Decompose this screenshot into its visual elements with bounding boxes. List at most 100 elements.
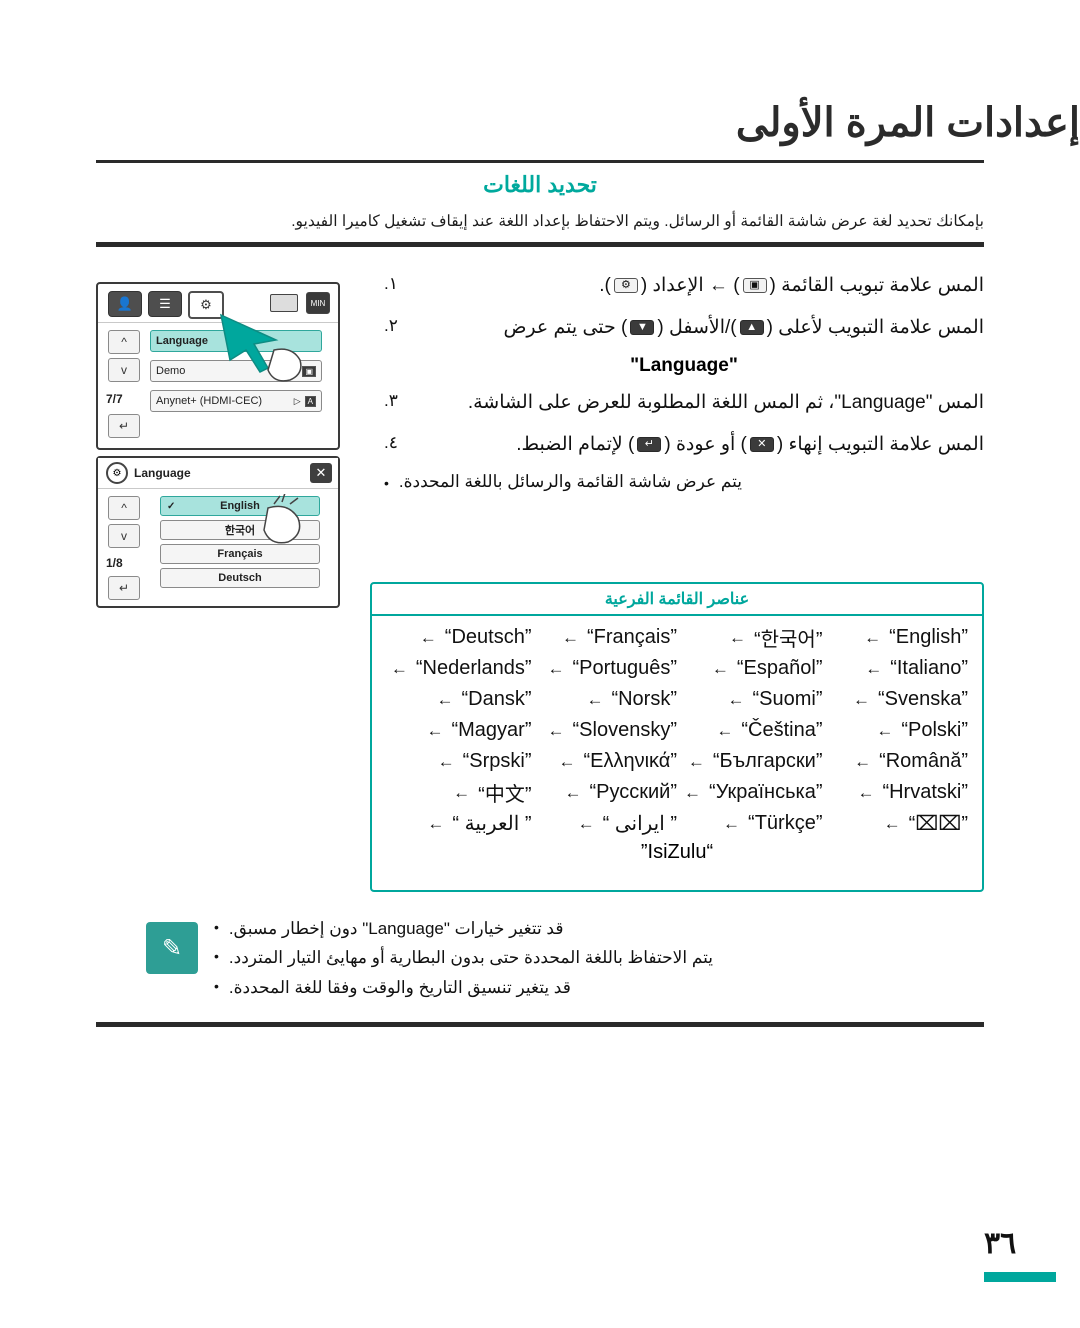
language-item: “Español” (736, 657, 823, 679)
language-item: “Українська” (709, 781, 823, 803)
bullet-dot-icon-n3: • (214, 977, 219, 994)
up-arrow-icon: ▲ (739, 320, 764, 336)
close-x-icon[interactable]: ✕ (310, 463, 332, 483)
arrow-icon-2-3: ← (711, 658, 729, 678)
arrow-icon-1-1: ← (419, 627, 437, 647)
lcd2-row-german-label: Deutsch (218, 572, 262, 584)
page-number: ٣٦ (984, 1227, 1017, 1260)
bullet-dot-icon: • (384, 475, 389, 492)
language-item: “Português” (572, 657, 678, 679)
language-item: “Ελληνικά” (583, 750, 677, 772)
lcd2-title: Language (134, 466, 191, 480)
person-icon[interactable]: 👤 (108, 291, 142, 317)
language-item: “Suomi” (752, 688, 823, 710)
bullet-dot-icon-n2: • (214, 948, 219, 965)
arrow-icon-2-4: ← (865, 658, 883, 678)
touch-pointer-icon (219, 313, 302, 382)
step-1-text-before: المس علامة تبويب القائمة ( (769, 275, 984, 296)
arrow-icon-3-2: ← (586, 689, 604, 709)
lcd2-up-button[interactable]: ^ (108, 496, 140, 520)
touch-hand-icon (263, 494, 301, 544)
step-2-text-before: المس علامة التبويب لأعلى ( (766, 316, 984, 338)
header-divider (96, 160, 984, 163)
language-row-2: ← “Nederlands” ← “Português” ← “Español” ← “… (386, 653, 968, 684)
settings-gear-icon: ⚙ (613, 278, 638, 294)
arrow-icon-1-4: ← (864, 627, 882, 647)
step-4-text-mid: ) أو عودة ( (664, 433, 747, 455)
check-icon: ✓ (167, 500, 176, 512)
note-1: • قد تتغير خيارات "Language" دون إخطار م… (214, 916, 984, 942)
lcd1-down-button[interactable]: v (108, 358, 140, 382)
step-4: ٤. المس علامة التبويب إنهاء (✕) أو عودة … (384, 431, 984, 459)
language-item: “⌧⌧” (908, 813, 968, 835)
arrow-icon-2-1: ← (390, 658, 408, 678)
arrow-icon-3-3: ← (727, 689, 745, 709)
language-item: “Русский” (589, 781, 677, 803)
language-item: “Nederlands” (415, 657, 532, 679)
lcd2-page-indicator: 1/8 (106, 556, 123, 570)
section-intro: بإمكانك تحديد لغة عرض شاشة القائمة أو ال… (291, 213, 984, 230)
lcd1-row-anynet[interactable]: Anynet+ (HDMI-CEC) ▷ A (150, 390, 322, 412)
submenu-items-heading: عناصر القائمة الفرعية (372, 584, 982, 616)
lcd-screen-menu: 👤 ☰ ⚙ MIN ^ v 7/7 ↵ Language Demo ▷ ▣ An… (96, 282, 340, 450)
step-4-number: ٤. (384, 432, 398, 452)
arrow-icon-7-2: ← (577, 813, 595, 833)
note-3: • قد يتغير تنسيق التاريخ والوقت وفقا للغ… (214, 975, 984, 1001)
arrow-icon-3-4: ← (852, 689, 870, 709)
arrow-icon-5-1: ← (437, 751, 455, 771)
step-2-text-after: ) حتى يتم عرض (503, 316, 628, 338)
language-item: “ العربية ” (452, 813, 532, 835)
lcd1-back-button[interactable]: ↵ (108, 414, 140, 438)
footer-divider (96, 1022, 984, 1027)
step-2: ٢. المس علامة التبويب لأعلى (▲)/الأسفل (… (384, 314, 984, 342)
language-item: “Čeština” (741, 719, 823, 741)
step-3-number: ٣. (384, 391, 398, 411)
arrow-icon-7-1: ← (427, 813, 445, 833)
arrow-icon-7-3: ← (723, 813, 741, 833)
language-item: “Български” (712, 750, 823, 772)
step-4-text-after: ) لإتمام الضبط. (516, 433, 635, 455)
lcd1-row-anynet-label: Anynet+ (HDMI-CEC) (156, 395, 263, 407)
intro-divider (96, 242, 984, 247)
language-row-5: ← “Srpski” ← “Ελληνικά” ← “Български” ← “Rom… (386, 746, 968, 777)
step-1-number: ١. (384, 274, 398, 293)
language-item: “Italiano” (890, 657, 968, 679)
arrow-icon-5-4: ← (854, 751, 872, 771)
arrow-icon-5-2: ← (558, 751, 576, 771)
gear-icon-small: ⚙ (106, 462, 128, 484)
step-1-text-mid: ) ← الإعداد ( (640, 275, 740, 296)
lcd2-row-german[interactable]: Deutsch (160, 568, 320, 588)
language-item: “ ایرانی ” (602, 813, 677, 835)
language-item: “Norsk” (611, 688, 677, 710)
step-3-text: المس "Language"، ثم المس اللغة المطلوبة … (467, 392, 984, 414)
note-2-text: يتم الاحتفاظ باللغة المحددة حتى بدون الب… (228, 948, 713, 968)
language-item: “한국어” (753, 629, 823, 651)
step-bullet-text: يتم عرض شاشة القائمة والرسائل باللغة الم… (398, 472, 743, 492)
language-item: “Dansk” (461, 688, 532, 710)
lcd2-down-button[interactable]: v (108, 524, 140, 548)
notes-block: ✎ • قد تتغير خيارات "Language" دون إخطار… (146, 916, 984, 1004)
note-pencil-icon: ✎ (146, 922, 198, 974)
step-1: ١. المس علامة تبويب القائمة (▣) ← الإعدا… (384, 272, 984, 300)
language-item: “Română” (879, 750, 968, 772)
arrow-icon-7-4: ← (883, 813, 901, 833)
step-2-emphasis: "Language" (630, 355, 738, 377)
step-3: ٣. المس "Language"، ثم المس اللغة المطلو… (384, 389, 984, 417)
step-1-text: المس علامة تبويب القائمة (▣) ← الإعداد (… (414, 272, 984, 300)
lcd1-up-button[interactable]: ^ (108, 330, 140, 354)
step-4-text-before: المس علامة التبويب إنهاء ( (776, 433, 984, 455)
language-item: “Türkçe” (748, 812, 823, 834)
language-row-6: ← “中文” ← “Русский” ← “Українська” ← “Hrvatsk… (386, 777, 968, 808)
lcd2-back-button[interactable]: ↵ (108, 576, 140, 600)
steps-list: ١. المس علامة تبويب القائمة (▣) ← الإعدا… (384, 272, 984, 495)
note-3-text: قد يتغير تنسيق التاريخ والوقت وفقا للغة … (228, 977, 571, 997)
step-2-text-mid: )/الأسفل ( (657, 316, 737, 338)
step-2-number: ٢. (384, 315, 398, 335)
arrow-icon-6-4: ← (857, 782, 875, 802)
lcd1-row-demo-label: Demo (156, 365, 186, 377)
list-icon[interactable]: ☰ (148, 291, 182, 317)
language-row-3: ← “Dansk” ← “Norsk” ← “Suomi” ← “Svenska” (386, 684, 968, 715)
bullet-dot-icon-n1: • (214, 919, 219, 935)
arrow-icon-4-2: ← (547, 720, 565, 740)
submenu-items-panel: عناصر القائمة الفرعية ← “Deutsch” ← “Franç… (370, 582, 984, 892)
